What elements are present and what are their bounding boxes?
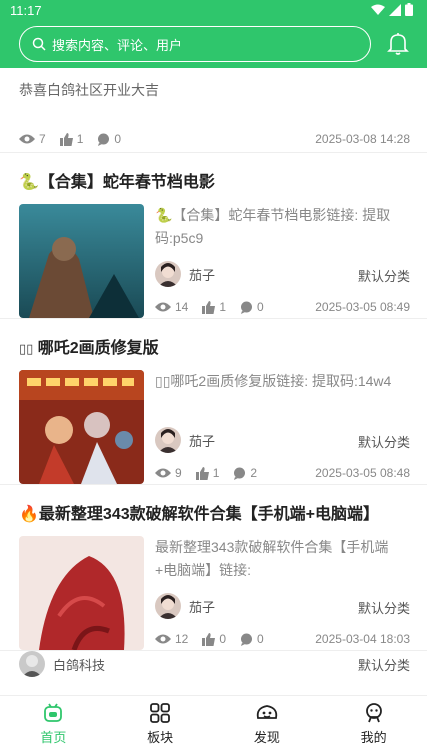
comment-icon[interactable] <box>233 467 246 480</box>
post-thumbnail[interactable] <box>19 370 144 484</box>
post-stats: 9 1 2 <box>155 466 271 480</box>
signal-icon <box>389 3 401 16</box>
thumbs-up-icon[interactable] <box>195 466 209 480</box>
thumbs-up-icon[interactable] <box>59 132 73 146</box>
bell-icon[interactable] <box>387 32 409 56</box>
discover-icon <box>256 705 278 719</box>
home-icon <box>44 703 63 722</box>
tab-discover[interactable]: 发现 <box>214 696 321 752</box>
view-count: 12 <box>175 632 189 646</box>
user-icon <box>365 703 382 723</box>
author-name: 茄子 <box>189 599 216 615</box>
post-card[interactable]: 恭喜白鸽社区开业大吉 7 1 0 2025-03-08 14:28 <box>0 68 427 153</box>
comment-count: 0 <box>114 132 122 146</box>
tab-mine[interactable]: 我的 <box>320 696 427 752</box>
status-bar: 11:17 <box>0 0 427 20</box>
post-date: 2025-03-04 18:03 <box>315 632 410 646</box>
post-card[interactable]: 🔥最新整理343款破解软件合集【手机端+电脑端】 最新整理343款破解软件合集【… <box>0 485 427 651</box>
post-category[interactable]: 默认分类 <box>358 266 410 285</box>
post-category[interactable]: 默认分类 <box>358 655 410 674</box>
post-author[interactable]: 茄子 <box>155 593 215 619</box>
app-header: 搜索内容、评论、用户 <box>0 20 427 68</box>
comment-count: 2 <box>250 466 258 480</box>
post-stats: 12 0 0 <box>155 632 278 646</box>
tab-discover-label: 发现 <box>253 730 280 745</box>
post-excerpt: 最新整理343款破解软件合集【手机端+电脑端】链接: <box>155 539 389 578</box>
like-count: 1 <box>76 132 84 146</box>
unknown-glyph-icon: ▯▯ <box>19 341 34 356</box>
search-icon <box>32 37 46 51</box>
tab-home[interactable]: 首页 <box>0 696 107 752</box>
view-count: 9 <box>175 466 182 480</box>
post-feed[interactable]: 恭喜白鸽社区开业大吉 7 1 0 2025-03-08 14:28 🐍【合集】蛇… <box>0 68 427 695</box>
post-author[interactable]: 白鸽科技 <box>19 651 105 677</box>
bottom-tab-bar: 首页 板块 发现 我的 <box>0 695 427 752</box>
post-text: 恭喜白鸽社区开业大吉 <box>19 82 159 98</box>
comment-icon[interactable] <box>240 301 253 314</box>
avatar[interactable] <box>155 593 181 619</box>
post-date: 2025-03-05 08:49 <box>315 300 410 314</box>
author-name: 茄子 <box>189 433 216 449</box>
view-count: 14 <box>175 300 189 314</box>
post-date: 2025-03-05 08:48 <box>315 466 410 480</box>
eye-icon <box>155 302 171 312</box>
post-title[interactable]: ▯▯ 哪吒2画质修复版 <box>19 334 159 358</box>
author-name: 白鸽科技 <box>53 657 106 673</box>
tab-mine-label: 我的 <box>360 730 387 745</box>
post-title[interactable]: 🔥最新整理343款破解软件合集【手机端+电脑端】 <box>19 500 379 524</box>
search-input[interactable]: 搜索内容、评论、用户 <box>19 26 371 62</box>
tab-home-label: 首页 <box>40 730 67 745</box>
snake-emoji-icon: 🐍 <box>19 174 39 191</box>
post-excerpt: ▯▯哪吒2画质修复版链接: 提取码:14w4 <box>155 373 392 389</box>
comment-icon[interactable] <box>97 133 110 146</box>
battery-icon <box>405 3 413 16</box>
avatar[interactable] <box>155 427 181 453</box>
fire-emoji-icon: 🔥 <box>19 506 39 523</box>
avatar[interactable] <box>155 261 181 287</box>
post-thumbnail[interactable] <box>19 204 144 318</box>
eye-icon <box>155 468 171 478</box>
thumbs-up-icon[interactable] <box>202 632 216 646</box>
post-stats: 14 1 0 <box>155 300 278 314</box>
comment-count: 0 <box>257 300 264 314</box>
search-placeholder: 搜索内容、评论、用户 <box>52 37 183 53</box>
wifi-icon <box>371 4 385 15</box>
avatar[interactable] <box>19 651 45 677</box>
post-author[interactable]: 茄子 <box>155 261 215 287</box>
comment-count: 0 <box>257 632 264 646</box>
post-excerpt: 🐍【合集】蛇年春节档电影链接: 提取码:p5c9 <box>155 207 391 246</box>
eye-icon <box>155 634 171 644</box>
post-thumbnail[interactable] <box>19 536 144 650</box>
status-time: 11:17 <box>10 3 42 18</box>
post-title[interactable]: 🐍【合集】蛇年春节档电影 <box>19 168 215 192</box>
post-stats: 7 1 0 <box>19 132 135 146</box>
view-count: 7 <box>39 132 46 146</box>
post-card[interactable]: 🐍【合集】蛇年春节档电影 🐍【合集】蛇年春节档电影链接: 提取码:p5c9 茄子… <box>0 153 427 319</box>
grid-icon <box>150 703 171 723</box>
post-card[interactable]: 白鸽科技 默认分类 <box>0 651 427 691</box>
author-name: 茄子 <box>189 267 216 283</box>
tab-boards-label: 板块 <box>147 730 174 745</box>
post-author[interactable]: 茄子 <box>155 427 215 453</box>
status-icons <box>371 3 413 16</box>
comment-icon[interactable] <box>240 633 253 646</box>
post-category[interactable]: 默认分类 <box>358 598 410 617</box>
eye-icon <box>19 134 35 144</box>
post-card[interactable]: ▯▯ 哪吒2画质修复版 ▯▯哪吒2画质修复版链接: 提取码:14w4 茄子 默认… <box>0 319 427 485</box>
tab-boards[interactable]: 板块 <box>107 696 214 752</box>
post-category[interactable]: 默认分类 <box>358 432 410 451</box>
thumbs-up-icon[interactable] <box>202 300 216 314</box>
like-count: 0 <box>219 632 227 646</box>
like-count: 1 <box>219 300 227 314</box>
post-date: 2025-03-08 14:28 <box>315 132 410 146</box>
like-count: 1 <box>212 466 220 480</box>
